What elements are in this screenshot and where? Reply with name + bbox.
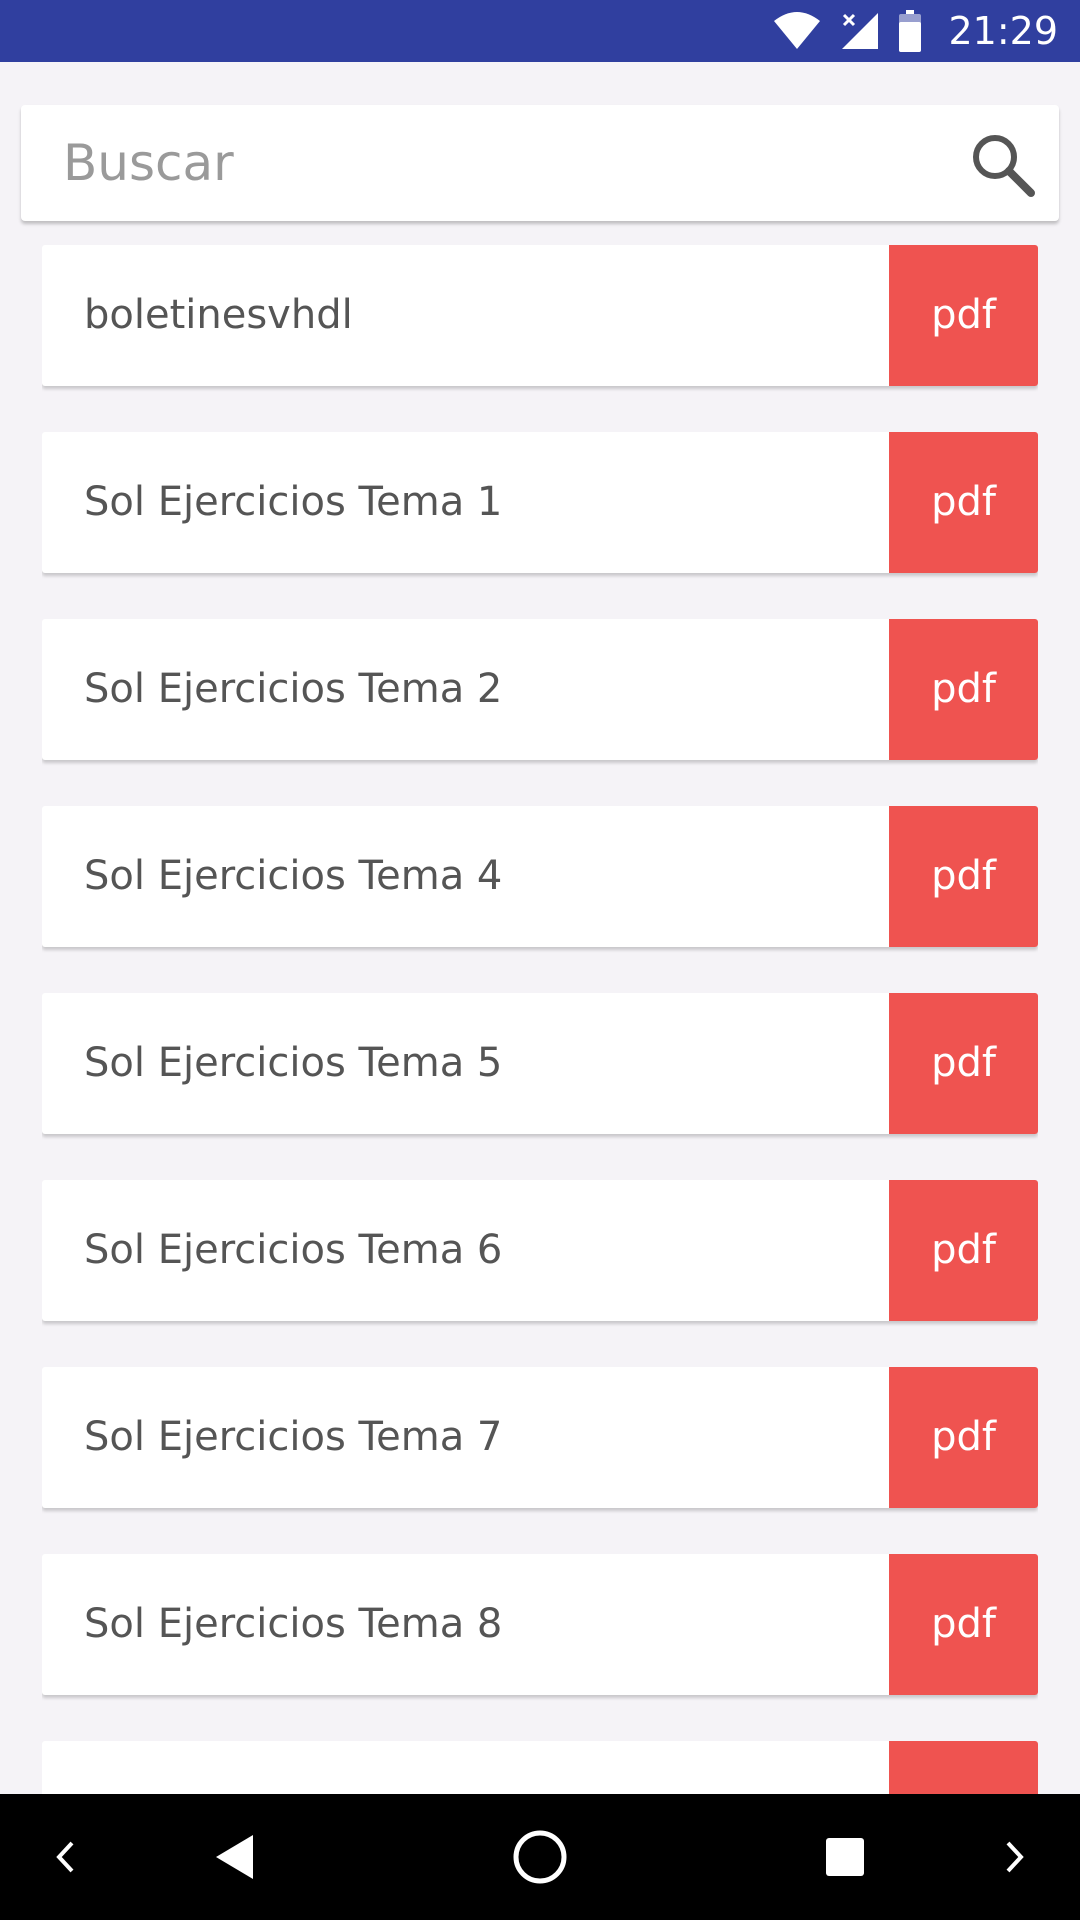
chevron-right-icon[interactable]: [990, 1794, 1040, 1920]
pdf-button[interactable]: [889, 1741, 1038, 1794]
home-icon[interactable]: [500, 1794, 580, 1920]
pdf-button[interactable]: pdf: [889, 1554, 1038, 1695]
wifi-icon: [772, 11, 822, 51]
navigation-bar: [0, 1794, 1080, 1920]
file-name: Sol Ejercicios Tema 5: [84, 1040, 503, 1086]
file-item[interactable]: Sol Ejercicios Tema 5 pdf: [42, 993, 1038, 1134]
pdf-button[interactable]: pdf: [889, 1180, 1038, 1321]
file-item[interactable]: Sol Ejercicios Tema 2 pdf: [42, 619, 1038, 760]
pdf-button[interactable]: pdf: [889, 432, 1038, 573]
pdf-button[interactable]: pdf: [889, 1367, 1038, 1508]
file-name: Sol Ejercicios Tema 7: [84, 1414, 503, 1460]
pdf-button[interactable]: pdf: [889, 245, 1038, 386]
file-list: boletinesvhdl pdf Sol Ejercicios Tema 1 …: [42, 245, 1038, 1794]
battery-icon: [898, 10, 922, 52]
search-icon[interactable]: [969, 131, 1035, 197]
file-item[interactable]: Sol Ejercicios Tema 1 pdf: [42, 432, 1038, 573]
file-name: Sol Ejercicios Tema 8: [84, 1601, 503, 1647]
search-input[interactable]: [63, 105, 943, 221]
file-item[interactable]: boletinesvhdl pdf: [42, 245, 1038, 386]
signal-icon: [840, 11, 880, 51]
file-name: Sol Ejercicios Tema 1: [84, 479, 503, 525]
pdf-button[interactable]: pdf: [889, 993, 1038, 1134]
back-icon[interactable]: [200, 1794, 270, 1920]
file-item[interactable]: Sol Ejercicios Tema 6 pdf: [42, 1180, 1038, 1321]
file-name: Sol Ejercicios Tema 2: [84, 666, 503, 712]
file-item[interactable]: [42, 1741, 1038, 1794]
search-bar: [21, 105, 1059, 221]
file-item[interactable]: Sol Ejercicios Tema 8 pdf: [42, 1554, 1038, 1695]
file-item[interactable]: Sol Ejercicios Tema 4 pdf: [42, 806, 1038, 947]
file-item[interactable]: Sol Ejercicios Tema 7 pdf: [42, 1367, 1038, 1508]
status-bar: 21:29: [0, 0, 1080, 62]
pdf-button[interactable]: pdf: [889, 619, 1038, 760]
file-name: Sol Ejercicios Tema 4: [84, 853, 503, 899]
chevron-left-icon[interactable]: [40, 1794, 90, 1920]
pdf-button[interactable]: pdf: [889, 806, 1038, 947]
file-name: boletinesvhdl: [84, 292, 353, 338]
status-time: 21:29: [948, 9, 1058, 53]
file-name: Sol Ejercicios Tema 6: [84, 1227, 503, 1273]
recents-icon[interactable]: [815, 1794, 875, 1920]
status-icons: 21:29: [772, 0, 1058, 62]
